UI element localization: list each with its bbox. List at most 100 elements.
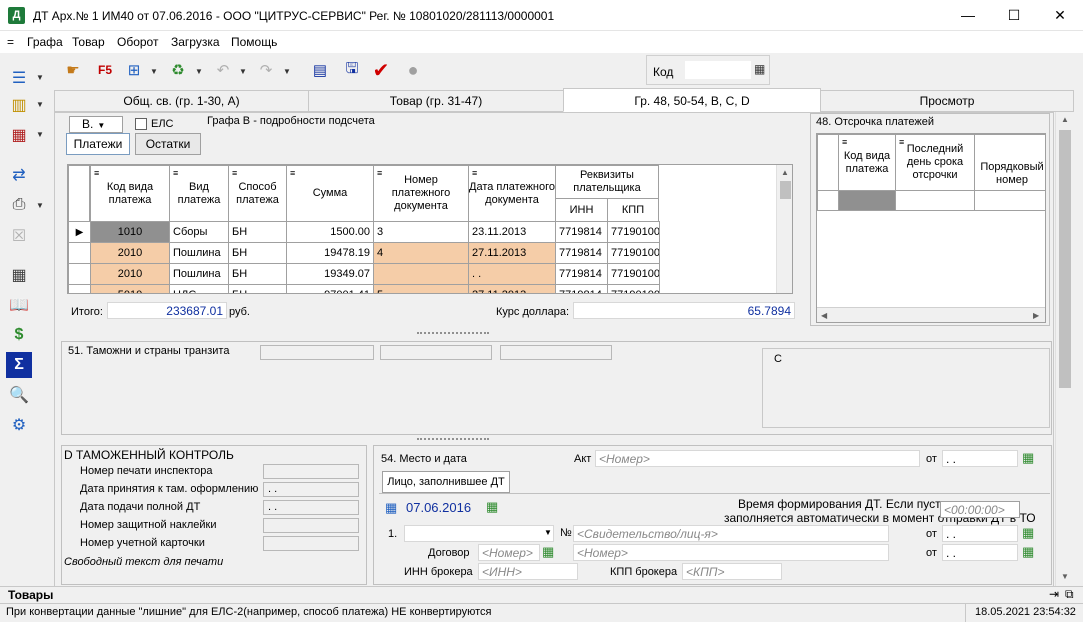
person-select[interactable] xyxy=(404,525,554,542)
close-button[interactable]: ✕ xyxy=(1037,0,1083,31)
minimize-button[interactable]: — xyxy=(945,0,991,31)
redo-icon[interactable]: ↷ xyxy=(253,57,279,83)
tab-general[interactable]: Общ. св. (гр. 1-30, А) xyxy=(54,90,309,112)
gear-icon[interactable]: ⚙ xyxy=(6,412,32,438)
header-doc-date: ≡ Дата платежного документа xyxy=(468,165,556,222)
dogovor-date-input[interactable]: . . xyxy=(942,544,1018,561)
cert-date-input[interactable]: . . xyxy=(942,525,1018,542)
chevron-down-icon[interactable]: ▼ xyxy=(36,201,44,210)
table-row[interactable]: 2010 Пошлина БН 19478.19 4 27.11.2013 77… xyxy=(68,242,660,264)
table-row[interactable]: 2010 Пошлина БН 19349.07 . . 7719814 771… xyxy=(68,263,660,285)
chevron-down-icon[interactable]: ▼ xyxy=(150,67,158,76)
filler-date[interactable]: 07.06.2016 xyxy=(406,500,471,515)
xml-export-icon[interactable]: ▤ xyxy=(307,57,333,83)
maximize-button[interactable]: ☐ xyxy=(991,0,1037,31)
scroll-thumb[interactable] xyxy=(1059,130,1071,388)
akt-date-input[interactable]: . . xyxy=(942,450,1018,467)
hand-pointer-icon[interactable]: ☛ xyxy=(60,57,86,83)
splitter[interactable] xyxy=(417,438,489,441)
chevron-down-icon[interactable]: ▼ xyxy=(36,130,44,139)
tab-payments[interactable]: Гр. 48, 50-54, B, C, D xyxy=(563,88,821,112)
customs-field[interactable] xyxy=(500,345,612,360)
b-dropdown[interactable]: В. ▼ xyxy=(69,116,123,133)
deferral-cell[interactable] xyxy=(974,190,1045,211)
pin-icon[interactable]: ⇥ xyxy=(1049,587,1059,601)
check-icon[interactable]: ✔ xyxy=(368,57,394,83)
scroll-left-icon[interactable]: ◀ xyxy=(821,311,827,320)
chevron-down-icon[interactable]: ▼ xyxy=(195,67,203,76)
calendar-icon[interactable]: ▦ xyxy=(385,500,397,516)
payments-scrollbar[interactable]: ▲ xyxy=(776,165,792,293)
splitter[interactable] xyxy=(417,332,489,335)
scroll-up-icon[interactable]: ▲ xyxy=(1061,115,1069,124)
sigma-icon[interactable]: Σ xyxy=(6,352,32,378)
books-icon[interactable]: ▥ xyxy=(6,92,32,118)
calculator-icon[interactable]: ▦ xyxy=(1022,450,1034,466)
calculator-icon[interactable]: ▦ xyxy=(486,499,498,515)
menu-oborot[interactable]: Оборот xyxy=(117,35,158,49)
scroll-right-icon[interactable]: ▶ xyxy=(1033,311,1039,320)
dogovor-input[interactable]: <Номер> xyxy=(478,544,540,561)
time-input[interactable]: <00:00:00> xyxy=(940,501,1020,518)
search-icon[interactable]: 🔍 xyxy=(6,382,32,408)
subtab-balance[interactable]: Остатки xyxy=(135,133,201,155)
menu-grafa[interactable]: Графа xyxy=(27,35,63,49)
customs-field[interactable] xyxy=(380,345,492,360)
chevron-down-icon[interactable]: ▼ xyxy=(544,528,552,537)
seal-number-field[interactable] xyxy=(263,464,359,479)
deferral-cell[interactable] xyxy=(895,190,975,211)
globe-icon[interactable]: ● xyxy=(400,57,426,83)
list-icon[interactable]: ☰ xyxy=(6,65,32,91)
chevron-down-icon[interactable]: ▼ xyxy=(283,67,291,76)
printer-icon[interactable]: ⎙ xyxy=(6,192,32,218)
inn-broker-input[interactable]: <ИНН> xyxy=(478,563,578,580)
table-icon[interactable]: ▦ xyxy=(6,122,32,148)
tab-preview[interactable]: Просмотр xyxy=(820,90,1074,112)
undo-icon[interactable]: ↶ xyxy=(210,57,236,83)
tab-goods[interactable]: Товар (гр. 31-47) xyxy=(308,90,564,112)
section-48: 48. Отсрочка платежей ≡ Код вида платежа … xyxy=(810,113,1050,326)
currency-icon[interactable]: $ xyxy=(6,322,32,348)
chevron-down-icon[interactable]: ▼ xyxy=(36,100,44,109)
f5-icon[interactable]: F5 xyxy=(92,57,118,83)
restore-icon[interactable]: ⧉ xyxy=(1065,587,1074,602)
customs-field[interactable] xyxy=(260,345,374,360)
table-row[interactable]: 5010 НДС БН 97001.41 5 27.11.2013 771981… xyxy=(68,284,660,293)
calculator-icon[interactable]: ▦ xyxy=(6,262,32,288)
akt-input[interactable]: <Номер> xyxy=(595,450,920,467)
recycle-icon[interactable]: ♻ xyxy=(165,57,191,83)
table-row[interactable]: ▶ 1010 Сборы БН 1500.00 3 23.11.2013 771… xyxy=(68,221,660,243)
full-dt-date-field[interactable]: . . xyxy=(263,500,359,515)
els-checkbox[interactable] xyxy=(135,118,147,130)
chevron-down-icon[interactable]: ▼ xyxy=(239,67,247,76)
sticker-number-field[interactable] xyxy=(263,518,359,533)
deferral-cell[interactable] xyxy=(838,190,896,211)
calculator-icon[interactable]: ▦ xyxy=(1022,544,1034,560)
save-icon[interactable]: 🖫 xyxy=(339,57,365,83)
main-scrollbar[interactable]: ▲ ▼ xyxy=(1055,112,1073,586)
scroll-down-icon[interactable]: ▼ xyxy=(1061,572,1069,581)
kod-input[interactable] xyxy=(685,61,751,79)
calculator-icon[interactable]: ▦ xyxy=(542,544,554,560)
deferral-hscroll[interactable]: ◀ ▶ xyxy=(817,307,1045,322)
subtab-payments[interactable]: Платежи xyxy=(66,133,130,155)
tab-filler[interactable]: Лицо, заполнившее ДТ xyxy=(382,471,510,493)
kpp-broker-input[interactable]: <КПП> xyxy=(682,563,782,580)
dogovor-number-input[interactable]: <Номер> xyxy=(573,544,889,561)
delete-icon[interactable]: ☒ xyxy=(6,223,32,249)
calculator-icon[interactable]: ▦ xyxy=(1022,525,1034,541)
add-window-icon[interactable]: ⊞ xyxy=(121,57,147,83)
transfer-icon[interactable]: ⇄ xyxy=(6,162,32,188)
book-icon[interactable]: 📖 xyxy=(6,292,32,318)
menu-system[interactable]: = xyxy=(7,35,14,49)
scroll-up-icon[interactable]: ▲ xyxy=(781,168,789,177)
scroll-thumb[interactable] xyxy=(780,181,791,199)
menu-zagruzka[interactable]: Загрузка xyxy=(171,35,220,49)
chevron-down-icon[interactable]: ▼ xyxy=(36,73,44,82)
menu-pomosch[interactable]: Помощь xyxy=(231,35,277,49)
calculator-icon[interactable]: ▦ xyxy=(754,62,765,76)
card-number-field[interactable] xyxy=(263,536,359,551)
accept-date-field[interactable]: . . xyxy=(263,482,359,497)
certificate-input[interactable]: <Свидетельство/лиц-я> xyxy=(573,525,889,542)
menu-tovar[interactable]: Товар xyxy=(72,35,105,49)
